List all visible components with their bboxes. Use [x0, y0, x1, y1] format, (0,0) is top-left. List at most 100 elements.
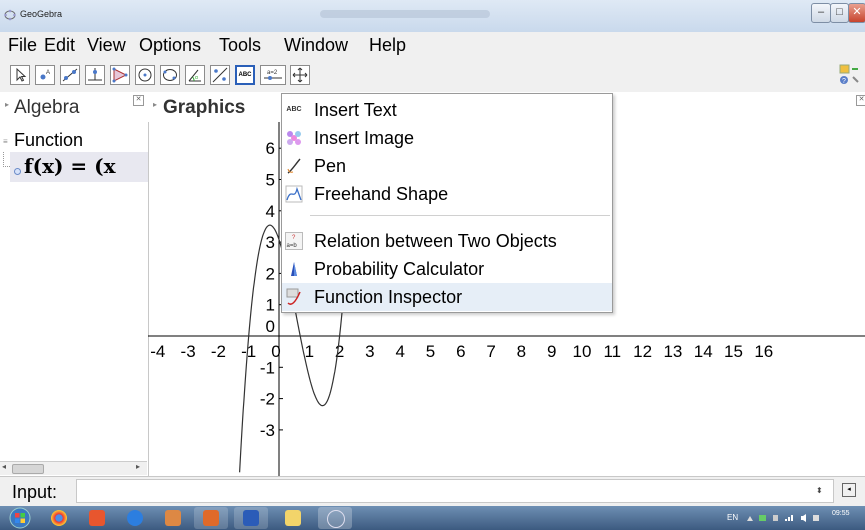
x-tick-label: 8: [517, 342, 526, 361]
chrome-icon: [51, 510, 67, 526]
paint-icon: [165, 510, 181, 526]
input-history-arrows-icon[interactable]: ⬍: [816, 486, 823, 495]
taskbar-chrome[interactable]: [42, 507, 76, 529]
start-button-icon[interactable]: [6, 506, 34, 530]
line-tool-icon[interactable]: [60, 65, 80, 85]
menu-view[interactable]: View: [87, 35, 126, 56]
category-toggle-icon[interactable]: ≡: [3, 137, 8, 146]
menu-item-insert-image[interactable]: Insert Image: [282, 124, 612, 152]
x-tick-label: -4: [150, 342, 165, 361]
move-graphics-tool-icon[interactable]: [290, 65, 310, 85]
x-tick-label: -2: [211, 342, 226, 361]
input-help-icon[interactable]: ◂: [842, 483, 856, 497]
ie-icon: [127, 510, 143, 526]
maximize-button[interactable]: □: [830, 3, 849, 23]
menu-options[interactable]: Options: [139, 35, 201, 56]
visibility-toggle-icon[interactable]: [14, 168, 21, 175]
image-icon: [287, 131, 301, 145]
x-tick-label: 9: [547, 342, 556, 361]
menu-edit[interactable]: Edit: [44, 35, 75, 56]
menu-item-insert-text[interactable]: ABC Insert Text: [282, 96, 612, 124]
geogebra-logo-icon: [4, 9, 16, 21]
x-tick-label: 11: [603, 342, 621, 361]
x-tick-label: 3: [365, 342, 374, 361]
menu-item-pen[interactable]: Pen: [282, 152, 612, 180]
menu-item-freehand-shape[interactable]: Freehand Shape: [282, 180, 612, 208]
x-tick-label: 14: [694, 342, 713, 361]
insert-text-tool-icon[interactable]: ABC: [235, 65, 255, 85]
tray-language[interactable]: EN: [727, 513, 738, 522]
point-tool-icon[interactable]: A: [35, 65, 55, 85]
function-expression[interactable]: f(x) = (x: [24, 154, 116, 178]
menu-help[interactable]: Help: [369, 35, 406, 56]
input-bar: Input: ⬍ ◂: [0, 476, 865, 507]
algebra-header-arrow-icon[interactable]: ▸: [5, 100, 9, 109]
algebra-horizontal-scrollbar[interactable]: ◂ ▸: [0, 461, 147, 475]
y-tick-label: 2: [266, 264, 275, 283]
x-tick-label: 5: [426, 342, 435, 361]
minimize-button[interactable]: –: [811, 3, 831, 23]
perpendicular-tool-icon[interactable]: [85, 65, 105, 85]
input-field[interactable]: [76, 479, 834, 503]
window-title: GeoGebra: [20, 9, 63, 19]
svg-text:α: α: [195, 75, 198, 81]
x-tick-label: 1: [305, 342, 314, 361]
input-label: Input:: [12, 482, 58, 502]
y-tick-label: -3: [260, 421, 275, 440]
powerpoint-icon: [203, 510, 219, 526]
taskbar-geogebra[interactable]: [318, 507, 352, 529]
menu-window[interactable]: Window: [284, 35, 348, 56]
y-tick-label: 0: [266, 317, 275, 336]
y-axis-ticks: 6 5 4 3 2 1 0 -1 -2 -3: [260, 139, 283, 440]
polygon-tool-icon[interactable]: [110, 65, 130, 85]
pen-icon: [287, 158, 301, 174]
geogebra-icon: [327, 510, 345, 528]
slider-tool-icon[interactable]: a=2: [260, 65, 286, 85]
algebra-category-label[interactable]: Function: [14, 130, 83, 151]
svg-text:a=b: a=b: [287, 243, 298, 249]
y-tick-label: 1: [266, 296, 275, 315]
x-tick-label: 16: [754, 342, 773, 361]
close-button[interactable]: ✕: [848, 3, 865, 23]
x-tick-label: 6: [456, 342, 465, 361]
x-tick-label: 4: [395, 342, 404, 361]
reflect-tool-icon[interactable]: [210, 65, 230, 85]
office-icon: [89, 510, 105, 526]
menu-item-probability-calculator[interactable]: Probability Calculator: [282, 255, 612, 283]
y-tick-label: 6: [266, 139, 275, 158]
word-icon: [243, 510, 259, 526]
menu-item-function-inspector[interactable]: Function Inspector: [282, 283, 612, 311]
taskbar-word[interactable]: [234, 507, 268, 529]
menu-item-relation[interactable]: ? a=b Relation between Two Objects: [282, 227, 612, 255]
graphics-header-arrow-icon[interactable]: ▸: [153, 100, 157, 109]
graphics-close-icon[interactable]: ✕: [856, 95, 865, 106]
x-tick-label: 10: [573, 342, 592, 361]
blurred-window-title: [320, 10, 490, 18]
taskbar-powerpoint[interactable]: [194, 507, 228, 529]
tree-connector: [3, 152, 10, 167]
algebra-view-title: Algebra: [14, 97, 80, 118]
undo-redo-icon[interactable]: ?: [838, 63, 862, 87]
tray-icons[interactable]: [745, 513, 825, 523]
taskbar-paint[interactable]: [156, 507, 190, 529]
algebra-close-icon[interactable]: ✕: [133, 95, 144, 106]
tray-clock: 09:55: [832, 510, 850, 517]
taskbar: EN 09:55: [0, 506, 865, 530]
explorer-icon: [285, 510, 301, 526]
angle-tool-icon[interactable]: α: [185, 65, 205, 85]
x-tick-label: 15: [724, 342, 743, 361]
taskbar-office[interactable]: [80, 507, 114, 529]
x-tick-label: 12: [633, 342, 652, 361]
menu-tools[interactable]: Tools: [219, 35, 261, 56]
toolbar: A α ABC a=2 ?: [0, 58, 865, 92]
probability-icon: [286, 262, 302, 276]
taskbar-explorer[interactable]: [276, 507, 310, 529]
x-tick-label: -3: [181, 342, 196, 361]
conic-tool-icon[interactable]: [160, 65, 180, 85]
x-axis-ticks: -4 -3 -2 -1 0 1 2 3 4 5 6 7 8 9 10 11 12 13 14 15 16: [150, 342, 773, 361]
taskbar-ie[interactable]: [118, 507, 152, 529]
y-tick-label: 3: [266, 233, 275, 252]
menu-file[interactable]: File: [8, 35, 37, 56]
move-tool-icon[interactable]: [10, 65, 30, 85]
circle-tool-icon[interactable]: [135, 65, 155, 85]
